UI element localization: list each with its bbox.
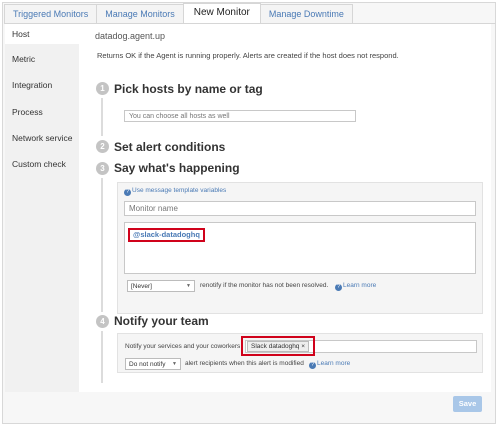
hosts-input[interactable]: You can choose all hosts as well — [124, 110, 356, 122]
help-icon: ? — [335, 284, 342, 291]
monitor-form: datadog.agent.up Returns OK if the Agent… — [79, 24, 491, 392]
save-button[interactable]: Save — [453, 396, 482, 412]
sidebar-item-metric[interactable]: Metric — [5, 49, 79, 69]
renotify-select[interactable]: [Never] ▼ — [127, 280, 195, 292]
tab-manage-monitors[interactable]: Manage Monitors — [96, 4, 184, 23]
step-4-rail — [101, 331, 103, 383]
recipient-chip[interactable]: Slack datadoghq × — [247, 341, 310, 352]
check-description: Returns OK if the Agent is running prope… — [97, 51, 399, 60]
renotify-learn-more-link[interactable]: ? Learn more — [335, 282, 376, 291]
tab-new-monitor[interactable]: New Monitor — [182, 3, 261, 24]
chevron-down-icon: ▼ — [172, 361, 177, 367]
slack-mention-highlight: @slack-datadoghq — [128, 228, 205, 242]
step-4-number: 4 — [96, 315, 109, 328]
step-4-title: Notify your team — [114, 314, 209, 328]
renotify-text: renotify if the monitor has not been res… — [200, 282, 329, 289]
tab-bar: Triggered Monitors Manage Monitors New M… — [4, 3, 353, 24]
monitor-name-input[interactable]: Monitor name — [124, 201, 476, 216]
step-2-number: 2 — [96, 140, 109, 153]
notify-modify-select[interactable]: Do not notify ▼ — [125, 358, 181, 370]
help-icon: ? — [309, 362, 316, 369]
remove-chip-icon[interactable]: × — [301, 343, 305, 350]
tab-triggered-monitors[interactable]: Triggered Monitors — [4, 4, 98, 23]
notify-label: Notify your services and your coworkers — [125, 343, 241, 350]
step-2-title: Set alert conditions — [114, 140, 226, 154]
step-3-number: 3 — [96, 162, 109, 175]
sidebar-item-integration[interactable]: Integration — [5, 75, 79, 95]
help-icon: ? — [124, 189, 131, 196]
notify-modify-text: alert recipients when this alert is modi… — [185, 360, 304, 367]
check-name-display: datadog.agent.up — [95, 31, 166, 41]
step-3-rail — [101, 178, 103, 312]
step-1-title: Pick hosts by name or tag — [114, 82, 263, 96]
step-1-rail — [101, 98, 103, 136]
template-variables-link[interactable]: ? Use message template variables — [124, 187, 226, 196]
sidebar-item-network-service[interactable]: Network service — [5, 128, 79, 148]
sidebar-item-process[interactable]: Process — [5, 102, 79, 122]
tab-manage-downtime[interactable]: Manage Downtime — [259, 4, 353, 23]
notify-learn-more-link[interactable]: ? Learn more — [309, 360, 350, 369]
sidebar-item-custom-check[interactable]: Custom check — [5, 154, 79, 174]
step-3-title: Say what's happening — [114, 161, 240, 175]
chevron-down-icon: ▼ — [186, 283, 191, 289]
step-1-number: 1 — [96, 82, 109, 95]
monitor-type-sidebar: Host Metric Integration Process Network … — [5, 24, 81, 392]
sidebar-item-host[interactable]: Host — [5, 24, 81, 44]
